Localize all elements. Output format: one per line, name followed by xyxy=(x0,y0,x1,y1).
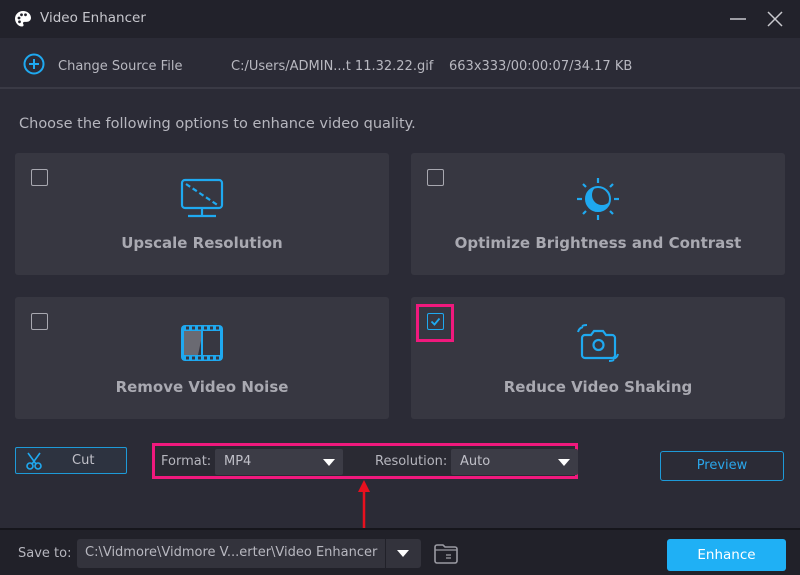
option-upscale-resolution[interactable]: Upscale Resolution xyxy=(15,153,389,275)
upscale-resolution-checkbox[interactable] xyxy=(31,169,48,186)
reduce-shaking-checkbox[interactable] xyxy=(427,313,444,330)
format-value: MP4 xyxy=(224,454,252,469)
source-file-path: C:/Users/ADMIN...t 11.32.22.gif xyxy=(231,59,434,74)
resolution-value: Auto xyxy=(460,454,491,469)
resolution-label: Resolution: xyxy=(375,454,448,469)
output-settings-highlight: Format: MP4 Resolution: Auto xyxy=(152,443,578,479)
folder-icon[interactable] xyxy=(433,543,459,565)
palette-icon xyxy=(15,11,31,27)
plus-circle-icon[interactable] xyxy=(23,53,45,75)
option-label: Optimize Brightness and Contrast xyxy=(454,234,742,252)
close-icon[interactable] xyxy=(764,8,786,30)
save-path-dropdown[interactable] xyxy=(386,539,421,568)
option-label: Remove Video Noise xyxy=(115,378,289,396)
minimize-icon[interactable] xyxy=(727,8,749,30)
option-remove-video-noise[interactable]: Remove Video Noise xyxy=(15,297,389,419)
enhance-button[interactable]: Enhance xyxy=(667,539,786,571)
remove-noise-checkbox[interactable] xyxy=(31,313,48,330)
scissors-icon xyxy=(26,452,42,470)
instructions-text: Choose the following options to enhance … xyxy=(19,116,416,132)
cut-button[interactable]: Cut xyxy=(15,447,127,474)
preview-button[interactable]: Preview xyxy=(660,451,784,481)
film-noise-icon xyxy=(181,325,223,361)
window-title: Video Enhancer xyxy=(40,10,146,26)
save-path-field[interactable]: C:\Vidmore\Vidmore V...erter\Video Enhan… xyxy=(77,539,385,568)
format-label: Format: xyxy=(161,454,212,469)
option-label: Upscale Resolution xyxy=(121,234,283,252)
source-bar: Change Source File C:/Users/ADMIN...t 11… xyxy=(0,38,800,89)
bottom-bar: Save to: C:\Vidmore\Vidmore V...erter\Vi… xyxy=(0,528,800,575)
change-source-file-button[interactable]: Change Source File xyxy=(58,59,182,74)
dropdown-arrow-icon xyxy=(558,459,570,466)
format-select[interactable]: MP4 xyxy=(215,449,343,475)
cut-label: Cut xyxy=(72,453,95,468)
dropdown-arrow-icon xyxy=(397,550,409,557)
save-path-value: C:\Vidmore\Vidmore V...erter\Video Enhan… xyxy=(85,545,378,560)
option-label: Reduce Video Shaking xyxy=(503,378,693,396)
resolution-select[interactable]: Auto xyxy=(451,449,578,475)
camera-shake-icon xyxy=(577,324,619,362)
option-reduce-video-shaking[interactable]: Reduce Video Shaking xyxy=(411,297,785,419)
monitor-icon xyxy=(180,178,224,218)
dropdown-arrow-icon xyxy=(323,459,335,466)
checkmark-icon xyxy=(430,317,441,326)
title-bar: Video Enhancer xyxy=(0,0,800,38)
optimize-brightness-checkbox[interactable] xyxy=(427,169,444,186)
red-arrow-annotation xyxy=(358,480,370,535)
option-optimize-brightness[interactable]: Optimize Brightness and Contrast xyxy=(411,153,785,275)
brightness-icon xyxy=(577,178,619,220)
save-to-label: Save to: xyxy=(18,546,72,561)
source-file-info: 663x333/00:00:07/34.17 KB xyxy=(449,59,633,74)
